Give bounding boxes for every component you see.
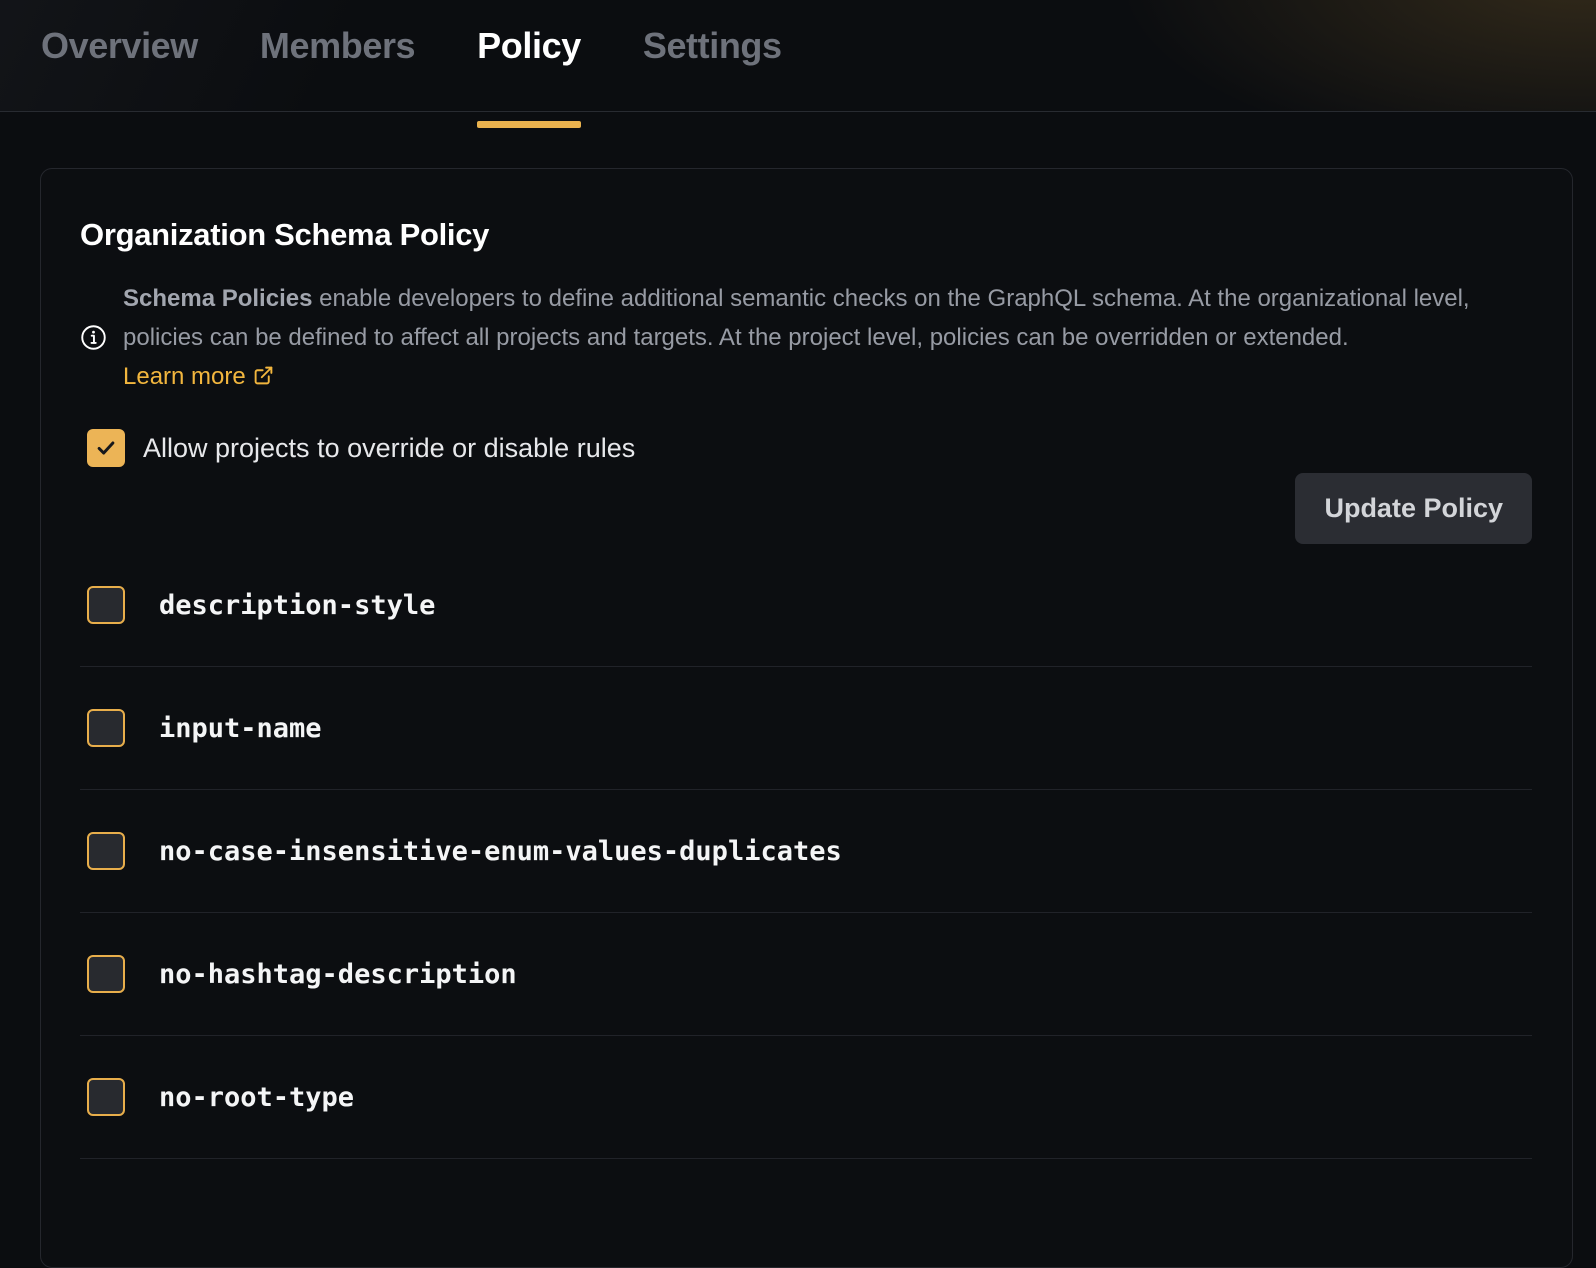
tab-label: Members — [260, 25, 415, 67]
policy-description: Schema Policies enable developers to def… — [80, 279, 1532, 396]
tab-label: Settings — [643, 25, 782, 67]
description-lead: Schema Policies — [123, 285, 312, 312]
tab-overview[interactable]: Overview — [41, 0, 198, 136]
tab-settings[interactable]: Settings — [643, 0, 782, 136]
info-icon — [80, 324, 107, 351]
allow-override-label: Allow projects to override or disable ru… — [143, 433, 635, 464]
tab-policy[interactable]: Policy — [477, 0, 581, 136]
rule-row: description-style — [80, 544, 1532, 667]
allow-override-row: Allow projects to override or disable ru… — [87, 429, 1532, 467]
rule-row: no-hashtag-description — [80, 913, 1532, 1036]
rule-label: input-name — [159, 713, 322, 744]
rule-checkbox[interactable] — [87, 832, 125, 870]
policy-description-text: Schema Policies enable developers to def… — [123, 279, 1501, 396]
rule-row: no-root-type — [80, 1036, 1532, 1159]
allow-override-checkbox[interactable] — [87, 429, 125, 467]
rule-label: description-style — [159, 590, 435, 621]
rule-checkbox[interactable] — [87, 709, 125, 747]
update-policy-button[interactable]: Update Policy — [1295, 473, 1532, 544]
rule-label: no-case-insensitive-enum-values-duplicat… — [159, 836, 842, 867]
button-row: Update Policy — [80, 473, 1532, 544]
rule-checkbox[interactable] — [87, 955, 125, 993]
rule-label: no-root-type — [159, 1082, 354, 1113]
rule-checkbox[interactable] — [87, 586, 125, 624]
header: Overview Members Policy Settings — [0, 0, 1596, 112]
description-body: enable developers to define additional s… — [123, 285, 1470, 351]
learn-more-link[interactable]: Learn more — [123, 363, 274, 390]
page-title: Organization Schema Policy — [80, 217, 1532, 253]
tab-members[interactable]: Members — [260, 0, 415, 136]
external-link-icon — [253, 365, 274, 386]
tab-bar: Overview Members Policy Settings — [0, 0, 1596, 111]
rule-checkbox[interactable] — [87, 1078, 125, 1116]
rule-row: input-name — [80, 667, 1532, 790]
tab-label: Overview — [41, 25, 198, 67]
schema-policy-card: Organization Schema Policy Schema Polici… — [40, 168, 1573, 1268]
rules-list: description-style input-name no-case-ins… — [80, 544, 1532, 1159]
check-icon — [95, 437, 117, 459]
tab-label: Policy — [477, 25, 581, 67]
rule-label: no-hashtag-description — [159, 959, 517, 990]
rule-row: no-case-insensitive-enum-values-duplicat… — [80, 790, 1532, 913]
learn-more-label: Learn more — [123, 363, 246, 390]
